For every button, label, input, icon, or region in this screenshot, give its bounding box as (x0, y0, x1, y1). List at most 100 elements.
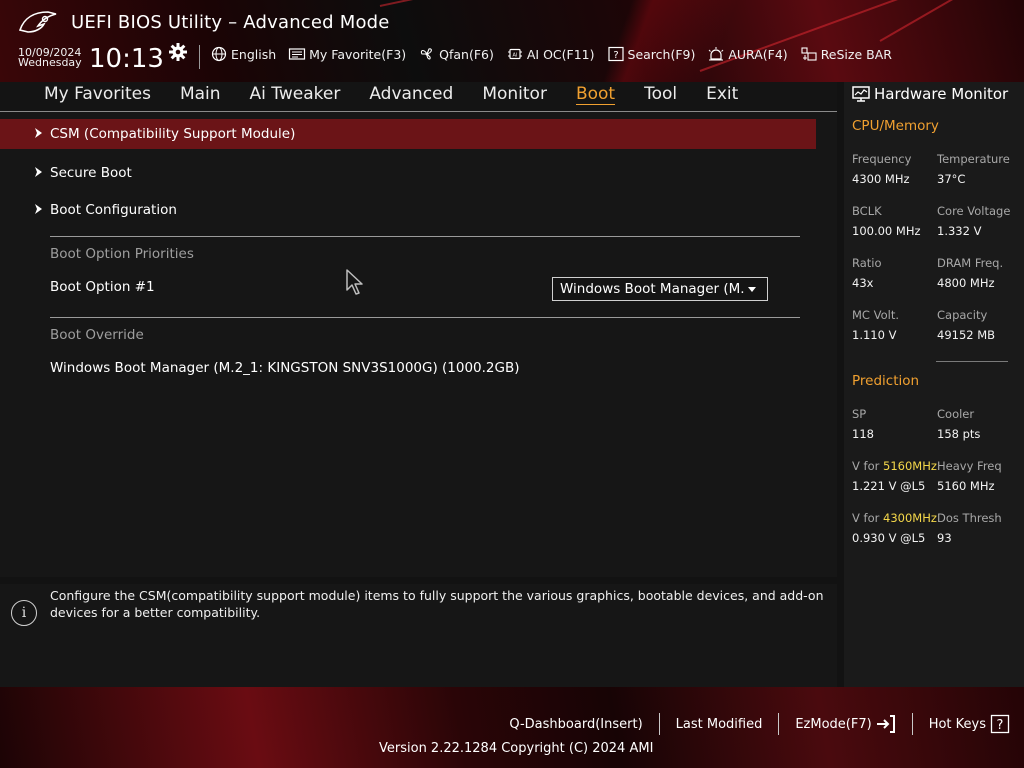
last-modified-button[interactable]: Last Modified (660, 717, 779, 732)
resize-bar-icon (801, 47, 817, 61)
language-label: English (231, 46, 277, 62)
qfan-label: Qfan(F6) (439, 46, 494, 62)
v-for-high-label: V for 5160MHz (852, 459, 937, 473)
rog-logo-icon (18, 11, 57, 33)
submenu-arrow-icon (35, 128, 42, 138)
aura-label: AURA(F4) (728, 46, 788, 62)
menu-tabs: My Favorites Main Ai Tweaker Advanced Mo… (44, 84, 767, 105)
help-description-panel: i Configure the CSM(compatibility suppor… (0, 584, 837, 687)
mouse-pointer-icon (346, 269, 363, 295)
heavy-freq-value: 5160 MHz (937, 479, 995, 493)
menu-item-secure-boot[interactable]: Secure Boot (0, 158, 816, 188)
v-for-prefix: V for (852, 459, 883, 473)
help-question-icon: ? (990, 714, 1010, 734)
header-streak (379, 0, 537, 7)
svg-text:AI: AI (512, 53, 517, 59)
footer-links: Q-Dashboard(Insert) Last Modified EzMode… (493, 713, 1010, 735)
q-dashboard-button[interactable]: Q-Dashboard(Insert) (493, 717, 658, 732)
tab-my-favorites[interactable]: My Favorites (44, 84, 151, 105)
hardware-monitor-title: Hardware Monitor (852, 85, 1008, 103)
ezmode-label: EzMode(F7) (795, 716, 872, 732)
boot-override-heading: Boot Override (50, 327, 144, 343)
section-divider (50, 236, 800, 237)
hot-keys-label: Hot Keys (928, 716, 986, 732)
boot-option-1-select[interactable]: Windows Boot Manager (M. (552, 277, 768, 301)
prediction-heading: Prediction (852, 373, 920, 389)
language-button[interactable]: English (210, 46, 276, 62)
hardware-monitor-panel: Hardware Monitor CPU/Memory Frequency 43… (844, 82, 1024, 687)
csm-label: CSM (Compatibility Support Module) (50, 126, 296, 142)
temperature-value: 37°C (937, 172, 966, 186)
favorite-icon (289, 48, 306, 60)
clock-time: 10:13 (89, 44, 164, 74)
toolbar-separator (199, 45, 200, 69)
tab-exit[interactable]: Exit (706, 84, 738, 105)
my-favorite-label: My Favorite(F3) (309, 46, 407, 62)
dram-freq-value: 4800 MHz (937, 276, 995, 290)
tab-advanced[interactable]: Advanced (369, 84, 453, 105)
toolbar: English My Favorite(F3) Qfan(F6) AI AI O… (210, 46, 892, 62)
help-text: Configure the CSM(compatibility support … (50, 588, 824, 620)
menu-item-boot-configuration[interactable]: Boot Configuration (0, 195, 816, 225)
tab-ai-tweaker[interactable]: Ai Tweaker (250, 84, 341, 105)
v-for-low-freq: 4300MHz (883, 511, 937, 525)
submenu-arrow-icon (35, 167, 42, 177)
search-button[interactable]: ? Search(F9) (607, 46, 696, 62)
ai-oc-button[interactable]: AI AI OC(F11) (506, 46, 595, 62)
menu-item-csm[interactable]: CSM (Compatibility Support Module) (0, 119, 816, 149)
bclk-label: BCLK (852, 204, 882, 218)
header-bar: UEFI BIOS Utility – Advanced Mode 10/09/… (0, 0, 1024, 82)
monitor-icon (852, 86, 870, 102)
v-for-high-freq: 5160MHz (883, 459, 937, 473)
main-menu-bar: My Favorites Main Ai Tweaker Advanced Mo… (0, 82, 837, 112)
aura-button[interactable]: AURA(F4) (707, 46, 788, 62)
secure-boot-label: Secure Boot (50, 165, 132, 181)
v-for-low-label: V for 4300MHz (852, 511, 937, 525)
footer-bar: Q-Dashboard(Insert) Last Modified EzMode… (0, 687, 1024, 768)
tab-boot[interactable]: Boot (575, 84, 616, 105)
hardware-monitor-title-text: Hardware Monitor (874, 85, 1009, 103)
ezmode-button[interactable]: EzMode(F7) (779, 714, 911, 734)
qfan-button[interactable]: Qfan(F6) (418, 46, 494, 62)
search-label: Search(F9) (627, 46, 696, 62)
boot-option-1-label: Boot Option #1 (50, 279, 155, 295)
sp-value: 118 (852, 427, 874, 441)
v-for-high-value: 1.221 V @L5 (852, 479, 926, 493)
boot-settings-panel: CSM (Compatibility Support Module) Secur… (0, 112, 837, 577)
cooler-value: 158 pts (937, 427, 981, 441)
svg-text:?: ? (613, 50, 618, 61)
svg-text:?: ? (997, 718, 1004, 733)
tab-monitor[interactable]: Monitor (482, 84, 547, 105)
heavy-freq-label: Heavy Freq (937, 459, 1002, 473)
submenu-arrow-icon (35, 204, 42, 214)
search-icon: ? (607, 46, 624, 62)
hot-keys-button[interactable]: Hot Keys ? (913, 714, 1010, 734)
mc-volt-value: 1.110 V (852, 328, 897, 342)
cooler-label: Cooler (937, 407, 975, 421)
dram-freq-label: DRAM Freq. (937, 256, 1004, 270)
header-streak (879, 0, 1002, 42)
last-modified-label: Last Modified (675, 716, 763, 732)
resize-bar-label: ReSize BAR (820, 46, 892, 62)
aura-light-icon (709, 47, 724, 61)
boot-override-item[interactable]: Windows Boot Manager (M.2_1: KINGSTON SN… (50, 360, 520, 376)
frequency-value: 4300 MHz (852, 172, 910, 186)
my-favorite-button[interactable]: My Favorite(F3) (288, 46, 406, 62)
cpu-memory-heading: CPU/Memory (852, 118, 939, 134)
boot-option-priorities-heading: Boot Option Priorities (50, 246, 194, 262)
section-divider (50, 317, 800, 318)
settings-gear-icon[interactable] (168, 42, 188, 62)
date-display: 10/09/2024 Wednesday (18, 47, 82, 68)
info-icon: i (11, 600, 37, 626)
resize-bar-button[interactable]: ReSize BAR (800, 46, 892, 62)
bclk-value: 100.00 MHz (852, 224, 921, 238)
temperature-label: Temperature (937, 152, 1010, 166)
tab-main[interactable]: Main (180, 84, 221, 105)
core-voltage-label: Core Voltage (937, 204, 1011, 218)
dos-thresh-value: 93 (937, 531, 952, 545)
frequency-label: Frequency (852, 152, 912, 166)
tab-tool[interactable]: Tool (644, 84, 677, 105)
ai-chip-icon: AI (507, 48, 522, 60)
dos-thresh-label: Dos Thresh (937, 511, 1002, 525)
globe-icon (211, 46, 227, 62)
